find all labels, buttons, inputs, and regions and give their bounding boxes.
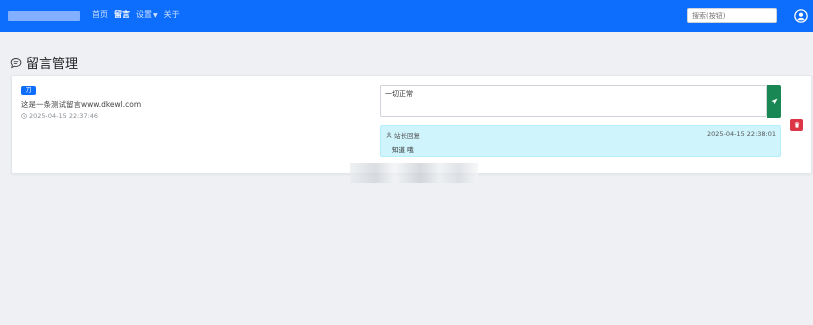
message-text: 这是一条测试留言www.dkewl.com — [21, 100, 142, 109]
nav-item-messages[interactable]: 留言 — [114, 9, 130, 20]
nav-item-settings-label: 设置 — [136, 10, 152, 19]
message-time: 2025-04-15 22:37:46 — [21, 112, 98, 120]
reply-author-name: 站长回复 — [394, 132, 420, 140]
message-card: 刀 这是一条测试留言www.dkewl.com 2025-04-15 22:37… — [11, 75, 812, 174]
reply-time: 2025-04-15 22:38:01 — [706, 130, 776, 138]
brand-logo[interactable] — [8, 11, 80, 21]
reply-author: 站长回复 — [386, 130, 420, 140]
nav-item-settings[interactable]: 设置▼ — [136, 9, 158, 20]
nav-item-home[interactable]: 首页 — [92, 9, 108, 20]
page-title: 留言管理 — [10, 53, 78, 72]
send-icon — [770, 98, 778, 105]
user-badge: 刀 — [21, 86, 36, 95]
send-reply-button[interactable] — [767, 85, 781, 118]
trash-icon — [794, 122, 799, 128]
reply-textarea[interactable]: 一切正常 — [380, 85, 767, 117]
chevron-down-icon: ▼ — [153, 12, 158, 19]
message-time-text: 2025-04-15 22:37:46 — [29, 112, 99, 120]
delete-button[interactable] — [790, 119, 803, 131]
admin-reply: 站长回复 2025-04-15 22:38:01 知道 哦 — [380, 125, 781, 157]
reply-text: 知道 哦 — [392, 146, 414, 154]
user-icon — [386, 132, 392, 138]
chat-icon — [10, 57, 22, 68]
nav-item-about[interactable]: 关于 — [164, 9, 180, 20]
user-circle-icon[interactable] — [794, 9, 808, 23]
top-navbar: 首页 留言 设置▼ 关于 — [0, 0, 813, 32]
clock-icon — [21, 113, 27, 119]
search-input[interactable] — [687, 8, 777, 23]
obscured-region — [350, 163, 478, 183]
page-title-text: 留言管理 — [26, 57, 79, 72]
main-nav: 首页 留言 设置▼ 关于 — [92, 9, 180, 20]
